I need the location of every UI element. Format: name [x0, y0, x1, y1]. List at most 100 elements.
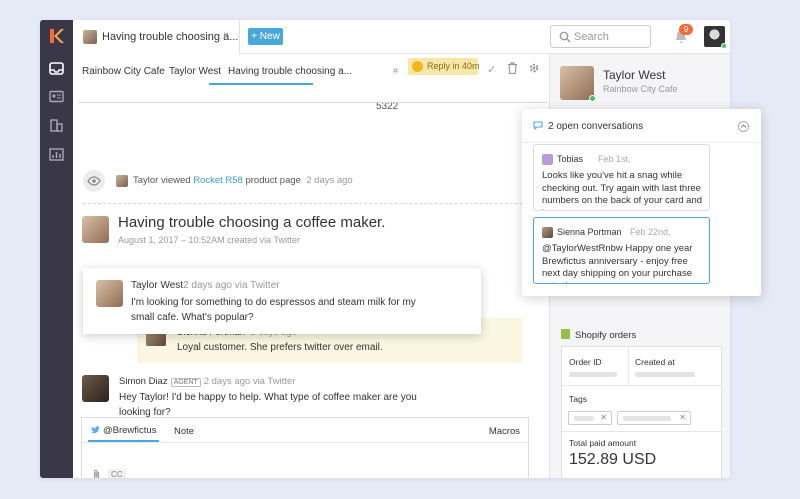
subject-title: Having trouble choosing a coffee maker.: [118, 214, 386, 231]
activity-actor: Taylor viewed: [133, 175, 191, 186]
tobias-avatar: [542, 154, 553, 165]
total-paid-label: Total paid amount: [569, 438, 637, 448]
clock-icon: [412, 61, 423, 72]
active-breadcrumb-underline: [209, 83, 313, 85]
subject-avatar: [82, 216, 109, 243]
breadcrumb-conversation[interactable]: Having trouble choosing a...: [228, 66, 352, 77]
reply-sla-button[interactable]: Reply in 40m: [408, 58, 480, 75]
twitter-channel-tab[interactable]: @Brewfictus: [91, 425, 156, 436]
new-button[interactable]: + New: [248, 28, 283, 45]
customer-message-body: I'm looking for something to do espresso…: [131, 297, 416, 323]
tag-placeholder: [623, 416, 671, 421]
customer-online-dot: [589, 95, 596, 102]
activity-viewed-product: Taylor viewed Rocket R58 product page 2 …: [83, 170, 543, 192]
agent-message-body: Hey Taylor! I'd be happy to help. What t…: [119, 392, 417, 418]
customer-message-name: Taylor West: [131, 280, 184, 291]
composer-divider: [82, 442, 528, 443]
note-tab[interactable]: Note: [174, 426, 194, 437]
top-bar: Having trouble choosing a... × + New Sea…: [73, 20, 730, 54]
customer-message-meta: 2 days ago via Twitter: [183, 280, 280, 291]
kustomer-logo-icon[interactable]: [48, 28, 64, 44]
product-link[interactable]: Rocket R58: [193, 175, 243, 186]
agent-name: Simon Diaz: [119, 376, 168, 387]
note-body: Loyal customer. She prefers twitter over…: [177, 342, 383, 353]
agent-tag: AGENT: [170, 378, 201, 387]
conversation-tab[interactable]: Having trouble choosing a... ×: [73, 20, 240, 54]
order-id-placeholder: [569, 372, 617, 377]
twitter-icon: [91, 426, 100, 434]
breadcrumb-customer[interactable]: Taylor West: [169, 66, 221, 77]
customer-message-avatar: [96, 280, 123, 307]
open-conversations-popover: 2 open conversations Tobias Feb 1st, Loo…: [522, 109, 761, 296]
activity-time: 2 days ago: [306, 175, 353, 186]
panel-column-divider: [628, 347, 629, 385]
agent-message-meta: 2 days ago via Twitter: [203, 376, 296, 387]
search-input[interactable]: Search: [550, 25, 651, 48]
inbox-icon[interactable]: [49, 62, 64, 75]
card-preview: @TaylorWestRnbw Happy one year Brewfictu…: [542, 243, 693, 283]
notifications-count-badge: 9: [679, 24, 693, 35]
tag-placeholder: [574, 416, 594, 421]
shopify-bag-icon: [561, 329, 570, 339]
trash-icon[interactable]: [507, 62, 518, 77]
panel-row-divider: [562, 385, 721, 386]
panel-row-divider: [562, 431, 721, 432]
reply-sla-label: Reply in 40m: [427, 61, 480, 71]
reply-composer[interactable]: @Brewfictus Note Macros CC: [81, 417, 529, 478]
breadcrumb: Rainbow City Cafe Taylor West Having tro…: [73, 54, 549, 112]
conversation-pane: Rainbow City Cafe Taylor West Having tro…: [73, 54, 549, 478]
popover-divider: [522, 142, 761, 143]
attachment-paperclip-icon[interactable]: [92, 469, 101, 478]
reports-icon[interactable]: [49, 148, 64, 161]
online-status-dot: [721, 43, 727, 49]
left-nav-rail: [40, 20, 73, 478]
contacts-icon[interactable]: [49, 90, 64, 103]
customer-message[interactable]: Taylor West2 days ago via Twitter I'm lo…: [83, 268, 481, 334]
card-author: Sienna Portman: [557, 227, 622, 237]
customer-company[interactable]: Rainbow City Cafe: [603, 84, 678, 94]
card-date: Feb 1st,: [598, 154, 631, 164]
ticket-hash: #: [393, 66, 399, 76]
remove-tag-icon[interactable]: ✕: [679, 413, 686, 422]
shopify-orders-title: Shopify orders: [575, 330, 637, 341]
twitter-channel-label: @Brewfictus: [103, 425, 157, 436]
card-preview: Looks like you've hit a snag while check…: [542, 170, 703, 210]
settings-gear-icon[interactable]: [528, 62, 540, 77]
chat-bubble-icon: [533, 121, 543, 130]
search-icon: [559, 31, 571, 43]
tag-chip[interactable]: ✕: [568, 411, 612, 425]
remove-tag-icon[interactable]: ✕: [600, 413, 607, 422]
order-id-label: Order ID: [569, 357, 602, 367]
subject-meta: August 1, 2017 – 10:52AM created via Twi…: [118, 235, 300, 245]
cc-button[interactable]: CC: [108, 469, 126, 478]
created-at-label: Created at: [635, 357, 675, 367]
shopify-orders-header: Shopify orders: [561, 329, 636, 341]
customer-name[interactable]: Taylor West: [603, 68, 665, 82]
tab-title: Having trouble choosing a...: [102, 31, 239, 43]
agent-avatar: [82, 375, 109, 402]
tag-chip[interactable]: ✕: [617, 411, 691, 425]
customer-avatar: [560, 66, 596, 102]
activity-avatar: [116, 175, 128, 187]
activity-divider: [83, 203, 538, 204]
conversation-card[interactable]: Tobias Feb 1st, Looks like you've hit a …: [533, 144, 710, 211]
macros-button[interactable]: Macros: [489, 426, 520, 437]
tags-label: Tags: [569, 394, 587, 404]
eye-icon: [83, 170, 105, 192]
conversation-card[interactable]: Sienna Portman Feb 22nd, @TaylorWestRnbw…: [533, 217, 710, 284]
created-at-placeholder: [635, 372, 695, 377]
card-author: Tobias: [557, 154, 584, 164]
current-user-avatar[interactable]: [704, 26, 727, 49]
card-date: Feb 22nd,: [630, 227, 671, 237]
shopify-orders-panel: Order ID Created at Tags ✕ ✕ Total paid …: [561, 346, 722, 478]
open-conversations-title: 2 open conversations: [548, 121, 644, 132]
companies-icon[interactable]: [49, 119, 64, 132]
breadcrumb-company[interactable]: Rainbow City Cafe: [82, 66, 165, 77]
total-paid-value: 152.89 USD: [569, 451, 657, 468]
tab-customer-avatar: [83, 30, 97, 44]
tab-close-icon[interactable]: ×: [223, 30, 229, 41]
check-icon[interactable]: ✓: [487, 63, 496, 76]
collapse-chevron-icon[interactable]: [738, 121, 749, 132]
sienna-avatar: [542, 227, 553, 238]
activity-suffix: product page: [245, 175, 301, 186]
